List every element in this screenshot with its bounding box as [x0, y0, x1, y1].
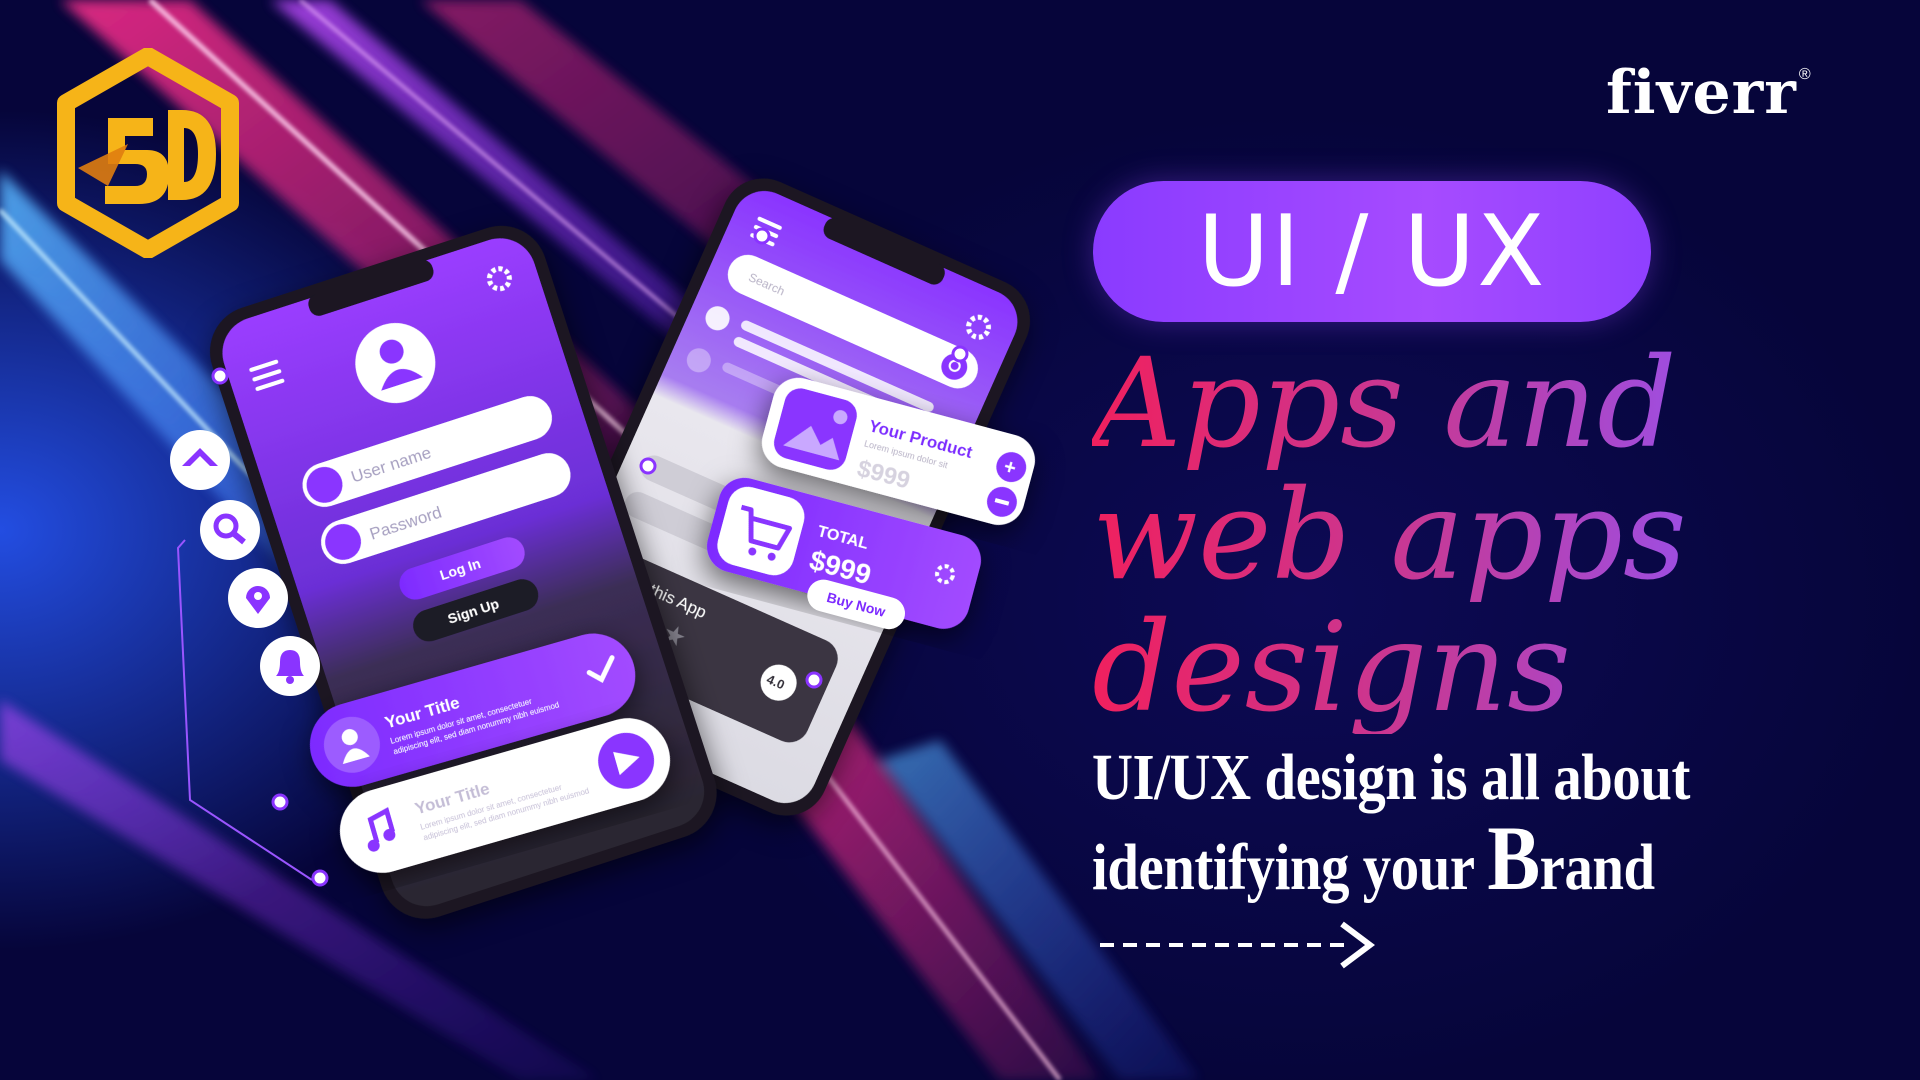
search-icon: [200, 500, 260, 560]
phone-mockups: Search Rate this App ★★★★ 4.0 Your Produ…: [170, 178, 1035, 919]
home-icon: [170, 430, 230, 490]
